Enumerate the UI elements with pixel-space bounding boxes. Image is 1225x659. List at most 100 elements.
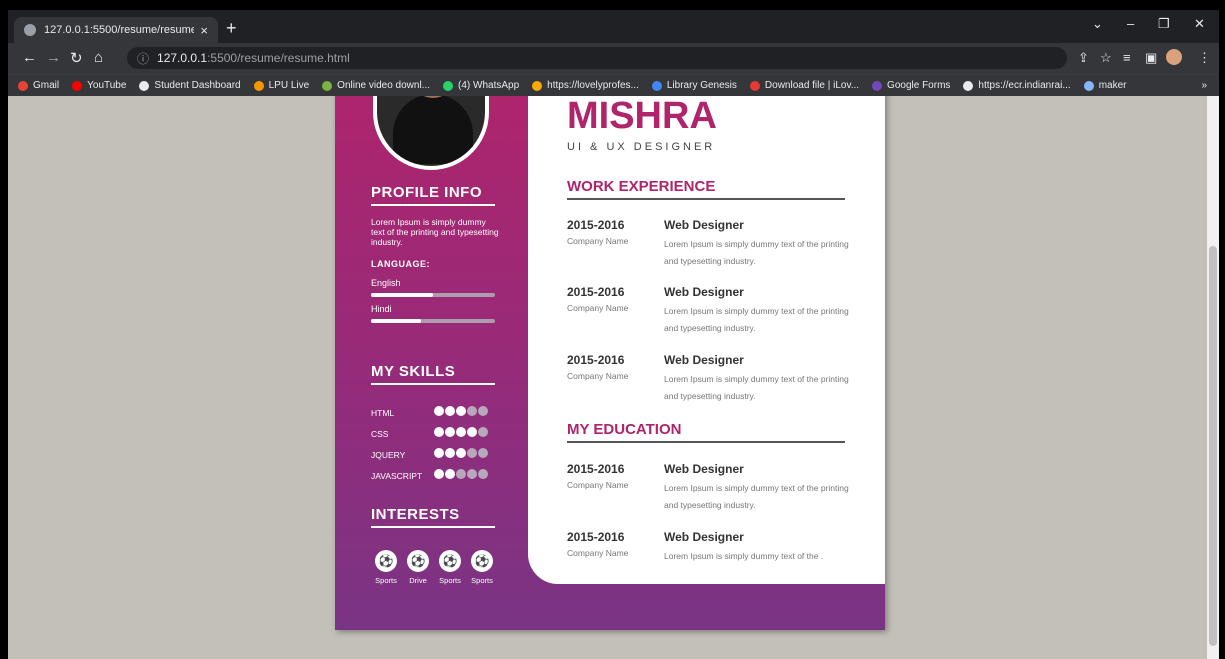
home-icon[interactable]: ⌂ (94, 49, 103, 66)
bookmark-item[interactable]: Library Genesis (651, 80, 737, 91)
work-heading: WORK EXPERIENCE (567, 178, 845, 200)
active-tab[interactable]: 127.0.0.1:5500/resume/resume.ht × (14, 17, 218, 43)
entry-title: Web Designer (664, 353, 744, 367)
restore-button[interactable]: ❐ (1158, 16, 1170, 32)
rating-dot (478, 448, 488, 458)
bookmarks-overflow-icon[interactable]: » (1201, 80, 1207, 91)
bookmark-item[interactable]: https://ecr.indianrai... (963, 80, 1071, 91)
reading-list-icon[interactable]: ≡ (1123, 50, 1131, 65)
entry-company: Company Name (567, 303, 629, 313)
entry-years: 2015-2016 (567, 462, 625, 476)
menu-kebab-icon[interactable]: ⋮ (1198, 50, 1211, 66)
interest-item: ⚽ Sports (375, 550, 397, 585)
tab-search-icon[interactable]: ⌄ (1092, 16, 1103, 32)
tab-close-icon[interactable]: × (200, 23, 208, 38)
entry-years: 2015-2016 (567, 530, 625, 544)
profile-text: Lorem Ipsum is simply dummy text of the … (371, 217, 499, 247)
bookmark-label: Online video downl... (337, 80, 431, 91)
bookmark-favicon-icon (72, 80, 83, 91)
bookmark-item[interactable]: (4) WhatsApp (443, 80, 519, 91)
bookmark-label: Gmail (33, 80, 60, 91)
language-bar (371, 319, 495, 323)
entry-years: 2015-2016 (567, 218, 625, 232)
address-bar[interactable]: ⓘ 127.0.0.1 :5500 /resume/resume.html (127, 47, 1067, 69)
tab-title: 127.0.0.1:5500/resume/resume.ht (44, 24, 195, 36)
bookmark-label: Google Forms (887, 80, 951, 91)
bookmark-favicon-icon (532, 80, 543, 91)
rating-dot (434, 448, 444, 458)
entry-years: 2015-2016 (567, 285, 625, 299)
bookmark-item[interactable]: Gmail (18, 80, 59, 91)
scrollbar-thumb[interactable] (1209, 246, 1217, 646)
bookmark-star-icon[interactable]: ☆ (1100, 50, 1112, 66)
entry-title: Web Designer (664, 462, 744, 476)
interest-label: Sports (439, 576, 461, 585)
rating-dot (445, 448, 455, 458)
site-info-icon[interactable]: ⓘ (137, 50, 149, 67)
bookmark-favicon-icon (253, 80, 264, 91)
url-host: 127.0.0.1 (157, 51, 208, 65)
entry-title: Web Designer (664, 530, 744, 544)
profile-avatar[interactable] (1166, 49, 1182, 65)
bookmark-item[interactable]: Student Dashboard (139, 80, 241, 91)
language-heading: LANGUAGE: (371, 259, 430, 269)
bookmark-item[interactable]: Download file | iLov... (749, 80, 860, 91)
bookmark-favicon-icon (872, 80, 883, 91)
language-bar-fill (371, 293, 433, 297)
new-tab-button[interactable]: + (226, 17, 237, 39)
rating-dot (478, 406, 488, 416)
share-icon[interactable]: ⇪ (1078, 50, 1089, 66)
bookmark-favicon-icon (651, 80, 662, 91)
interests-heading: INTERESTS (371, 506, 495, 528)
bookmark-item[interactable]: Google Forms (872, 80, 950, 91)
interest-label: Sports (375, 576, 397, 585)
bookmark-favicon-icon (963, 80, 974, 91)
vertical-scrollbar[interactable] (1207, 96, 1219, 659)
bookmark-label: YouTube (87, 80, 127, 91)
skill-rating (434, 469, 489, 479)
resume-main: MISHRA UI & UX DESIGNER WORK EXPERIENCE … (528, 96, 885, 584)
skill-name: JQUERY (371, 450, 406, 460)
skill-name: HTML (371, 408, 395, 418)
interest-item: ⚽ Drive (407, 550, 429, 585)
person-name: MISHRA (567, 96, 717, 137)
bookmark-item[interactable]: Online video downl... (322, 80, 430, 91)
resume-sidebar: PROFILE INFO Lorem Ipsum is simply dummy… (335, 96, 525, 630)
entry-company: Company Name (567, 480, 629, 490)
rating-dot (456, 448, 466, 458)
rating-dot (467, 469, 477, 479)
interest-label: Drive (409, 576, 427, 585)
photo-body (393, 96, 473, 164)
interest-item: ⚽ Sports (439, 550, 461, 585)
entry-title: Web Designer (664, 218, 744, 232)
bookmark-item[interactable]: YouTube (72, 80, 126, 91)
back-arrow-icon[interactable]: ← (22, 49, 37, 66)
reload-icon[interactable]: ↻ (70, 49, 83, 67)
bookmark-label: maker (1098, 80, 1127, 91)
rating-dot (434, 427, 444, 437)
interest-label: Sports (471, 576, 493, 585)
entry-title: Web Designer (664, 285, 744, 299)
forward-arrow-icon[interactable]: → (46, 49, 61, 66)
bookmark-label: LPU Live (268, 80, 310, 91)
language-bar (371, 293, 495, 297)
skills-heading: MY SKILLS (371, 363, 495, 385)
side-panel-icon[interactable]: ▣ (1145, 50, 1157, 66)
bookmark-favicon-icon (1083, 80, 1094, 91)
minimize-button[interactable]: – (1127, 16, 1134, 31)
soccer-ball-icon: ⚽ (375, 550, 397, 572)
profile-photo (373, 96, 489, 170)
entry-company: Company Name (567, 236, 629, 246)
bookmark-label: https://lovelyprofes... (547, 80, 639, 91)
profile-heading: PROFILE INFO (371, 184, 495, 206)
skill-name: CSS (371, 429, 389, 439)
skill-rating (434, 406, 489, 416)
bookmark-label: Download file | iLov... (764, 80, 860, 91)
bookmark-item[interactable]: https://lovelyprofes... (532, 80, 639, 91)
bookmark-item[interactable]: LPU Live (253, 80, 310, 91)
rating-dot (434, 406, 444, 416)
person-role: UI & UX DESIGNER (567, 141, 716, 153)
bookmark-item[interactable]: maker (1083, 80, 1127, 91)
bookmark-favicon-icon (749, 80, 760, 91)
close-window-button[interactable]: ✕ (1194, 16, 1205, 32)
